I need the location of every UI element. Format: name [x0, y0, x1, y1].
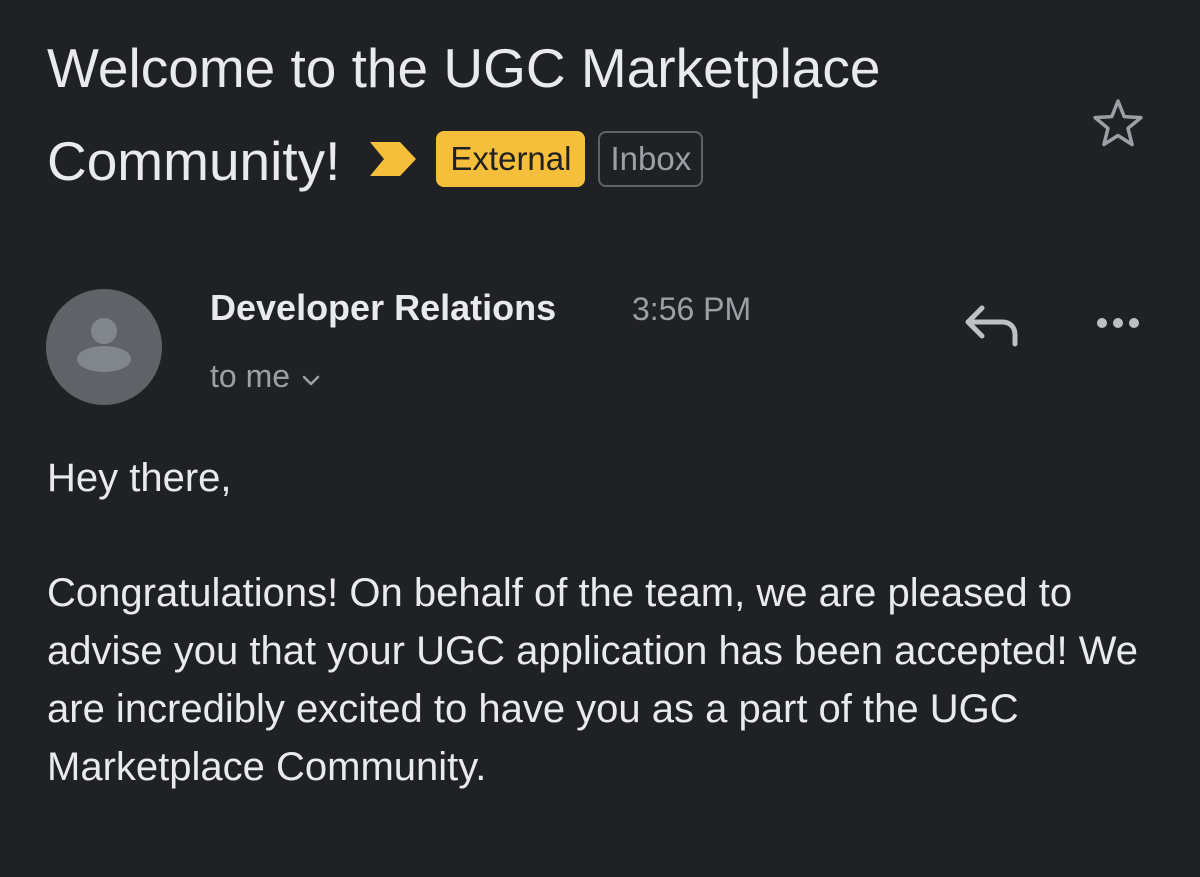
reply-button[interactable] [962, 302, 1022, 348]
sent-time: 3:56 PM [632, 291, 752, 327]
star-icon[interactable] [1090, 96, 1146, 152]
avatar[interactable] [46, 289, 162, 405]
sender-name[interactable]: Developer Relations [210, 285, 556, 331]
email-body-paragraph: Congratulations! On behalf of the team, … [47, 571, 1139, 789]
email-subject: Welcome to the UGC Marketplace Community!… [47, 22, 1067, 212]
recipient-details[interactable]: to me [210, 354, 320, 401]
chevron-down-icon [302, 354, 320, 398]
more-horizontal-icon [1097, 318, 1139, 328]
importance-marker-icon[interactable] [368, 113, 418, 206]
external-label: External [436, 131, 586, 188]
inbox-label[interactable]: Inbox [598, 131, 704, 188]
email-greeting: Hey there, [47, 456, 232, 500]
reply-icon [965, 305, 1018, 347]
recipient-text: to me [210, 358, 291, 394]
subject-line-2: Community! [47, 130, 341, 192]
person-icon [77, 318, 131, 372]
more-options-button[interactable] [1094, 314, 1142, 332]
subject-line-1: Welcome to the UGC Marketplace [47, 37, 881, 99]
